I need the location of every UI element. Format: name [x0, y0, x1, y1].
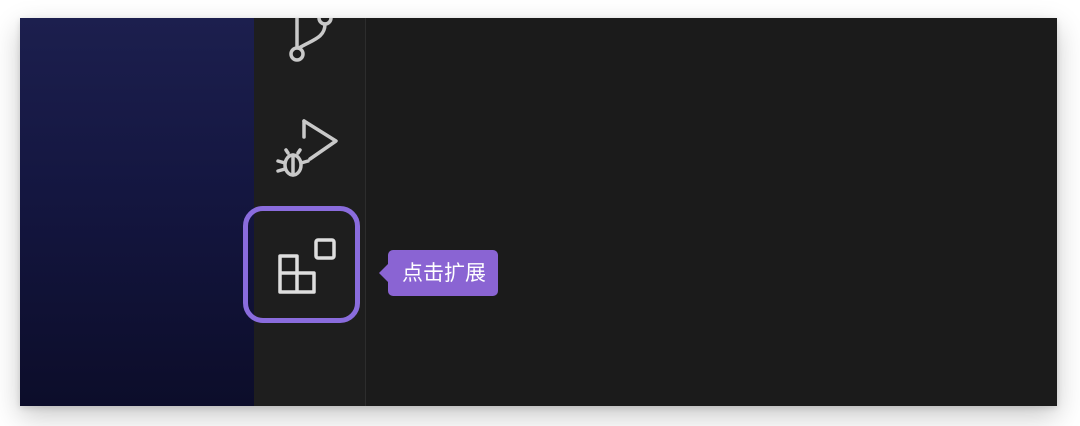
- editor-area: [366, 18, 1057, 406]
- activity-bar: [243, 18, 366, 406]
- tooltip-text: 点击扩展: [402, 261, 486, 285]
- debug-run-icon[interactable]: [274, 115, 342, 183]
- extensions-tooltip: 点击扩展: [379, 250, 498, 296]
- git-branch-icon[interactable]: [282, 18, 342, 64]
- extensions-icon[interactable]: [275, 237, 341, 301]
- screenshot-frame: 点击扩展: [20, 18, 1057, 406]
- desktop-background: [20, 18, 254, 406]
